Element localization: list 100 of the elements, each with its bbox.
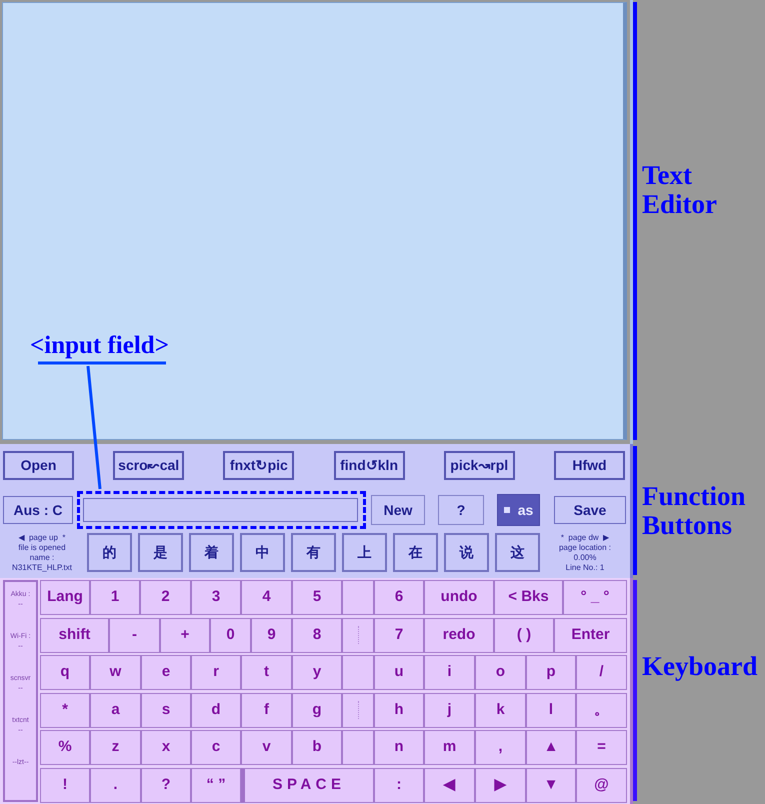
keyboard-key[interactable]: y xyxy=(292,655,342,690)
keyboard-key[interactable]: 4 xyxy=(241,580,292,615)
keyboard-key[interactable]: ! xyxy=(40,768,90,802)
keyboard-key[interactable]: Lang xyxy=(40,580,90,615)
keyboard-key[interactable]: . xyxy=(90,768,141,802)
keyboard-key[interactable]: k xyxy=(475,692,526,728)
callout-label: <input field> xyxy=(30,332,169,360)
blank-key xyxy=(342,655,374,690)
keyboard-key[interactable]: w xyxy=(90,655,141,690)
keyboard-key[interactable]: ▶ xyxy=(475,768,526,802)
input-field[interactable] xyxy=(83,498,358,522)
keyboard-key[interactable]: 6 xyxy=(374,580,424,615)
keyboard-key[interactable]: 0 xyxy=(210,618,251,652)
keyboard-key[interactable]: t xyxy=(241,655,292,690)
keyboard-key[interactable]: , xyxy=(475,730,526,765)
section-label: Keyboard xyxy=(642,652,759,681)
keyboard-key[interactable]: 2 xyxy=(140,580,191,615)
keyboard-key[interactable]: u xyxy=(374,655,424,690)
keyboard-key[interactable]: p xyxy=(526,655,576,690)
keyboard-key[interactable]: v xyxy=(241,730,292,765)
keyboard-key[interactable]: < Bks xyxy=(494,580,563,615)
location-info-text: Line No.: 1 xyxy=(566,562,604,572)
keyboard-key[interactable]: ▼ xyxy=(526,768,576,802)
character-button[interactable]: 在 xyxy=(393,533,438,572)
keyboard-key[interactable]: d xyxy=(191,692,241,728)
page-up-link[interactable]: ◀ page up * xyxy=(18,532,66,542)
file-info-text: file is opened xyxy=(18,542,66,552)
keyboard-key[interactable]: redo xyxy=(424,618,494,652)
keyboard-key[interactable]: 。 xyxy=(576,692,627,728)
keyboard-key[interactable]: shift xyxy=(40,618,109,652)
keyboard-key[interactable]: 5 xyxy=(292,580,342,615)
keyboard-key[interactable]: = xyxy=(576,730,627,765)
function-button[interactable]: scro↜cal xyxy=(113,451,184,480)
keyboard-key[interactable]: x xyxy=(141,730,191,765)
keyboard-key[interactable]: ◀ xyxy=(424,768,475,802)
character-button[interactable]: 有 xyxy=(291,533,336,572)
keyboard-key[interactable]: * xyxy=(40,692,90,728)
toggle-button[interactable]: as xyxy=(497,494,540,526)
keyboard-key[interactable]: l xyxy=(526,692,576,728)
keyboard-key[interactable]: @ xyxy=(576,768,627,802)
keyboard-key[interactable]: a xyxy=(90,692,141,728)
function-button[interactable]: pick↝rpl xyxy=(444,451,515,480)
keyboard-key[interactable]: q xyxy=(40,655,90,690)
space-key[interactable]: SPACE xyxy=(241,768,374,802)
keyboard-key[interactable]: m xyxy=(424,730,475,765)
keyboard-key[interactable]: ° _ ° xyxy=(563,580,627,615)
keyboard-key[interactable]: z xyxy=(90,730,141,765)
keyboard-key[interactable]: e xyxy=(141,655,191,690)
keyboard-key[interactable]: f xyxy=(241,692,292,728)
keyboard-key[interactable]: h xyxy=(374,692,424,728)
keyboard-key[interactable]: g xyxy=(292,692,342,728)
keyboard-key[interactable]: Enter xyxy=(554,618,627,652)
keyboard-key[interactable]: o xyxy=(475,655,526,690)
keyboard-key[interactable]: i xyxy=(424,655,475,690)
function-button[interactable]: Hfwd xyxy=(554,451,625,480)
new-button[interactable]: New xyxy=(371,495,425,525)
keyboard-key[interactable]: / xyxy=(576,655,627,690)
section-label: Text Editor xyxy=(642,161,718,219)
character-button[interactable]: 着 xyxy=(189,533,234,572)
keyboard-key[interactable]: n xyxy=(374,730,424,765)
character-button[interactable]: 上 xyxy=(342,533,387,572)
character-button[interactable]: 的 xyxy=(87,533,132,572)
keyboard-key[interactable]: ? xyxy=(141,768,191,802)
keyboard-key[interactable]: r xyxy=(191,655,241,690)
character-button[interactable]: 说 xyxy=(444,533,489,572)
keyboard-key[interactable]: 1 xyxy=(90,580,140,615)
save-button[interactable]: Save xyxy=(554,496,626,524)
keyboard-key[interactable]: ▲ xyxy=(526,730,576,765)
keyboard-key[interactable]: ( ) xyxy=(494,618,554,652)
function-button[interactable]: Open xyxy=(3,451,74,480)
blank-key xyxy=(342,730,374,765)
function-button[interactable]: fnxt↻pic xyxy=(223,451,294,480)
keyboard-key[interactable]: % xyxy=(40,730,90,765)
character-button[interactable]: 是 xyxy=(138,533,183,572)
keyboard-key[interactable]: j xyxy=(424,692,475,728)
mode-button[interactable]: Aus : C xyxy=(3,496,73,524)
keyboard-key[interactable]: c xyxy=(191,730,241,765)
page-down-link[interactable]: * page dw ▶ xyxy=(560,532,610,542)
keyboard-key[interactable]: 8 xyxy=(292,618,342,652)
keyboard-key[interactable]: undo xyxy=(424,580,494,615)
location-info-text: 0.00% xyxy=(574,552,596,562)
file-info-text: N31KTE_HLP.txt xyxy=(12,562,72,572)
character-button[interactable]: 中 xyxy=(240,533,285,572)
location-info-text: page location : xyxy=(558,542,612,552)
keyboard-key[interactable]: 9 xyxy=(251,618,292,652)
keyboard-key[interactable]: 3 xyxy=(191,580,241,615)
character-button[interactable]: 这 xyxy=(495,533,540,572)
keyboard-key[interactable]: : xyxy=(374,768,424,802)
keyboard-key[interactable]: b xyxy=(292,730,342,765)
keyboard-key[interactable]: - xyxy=(109,618,160,652)
file-info-text: name : xyxy=(30,552,54,562)
text-editor-field[interactable] xyxy=(2,2,627,440)
keyboard-key[interactable]: 7 xyxy=(374,618,424,652)
section-label: Function Buttons xyxy=(642,482,747,540)
square-icon xyxy=(504,507,510,513)
keyboard-key[interactable]: s xyxy=(141,692,191,728)
help-button[interactable]: ? xyxy=(438,495,484,525)
keyboard-key[interactable]: “ ” xyxy=(191,768,241,802)
keyboard-key[interactable]: + xyxy=(160,618,210,652)
function-button[interactable]: find↺kln xyxy=(334,451,405,480)
